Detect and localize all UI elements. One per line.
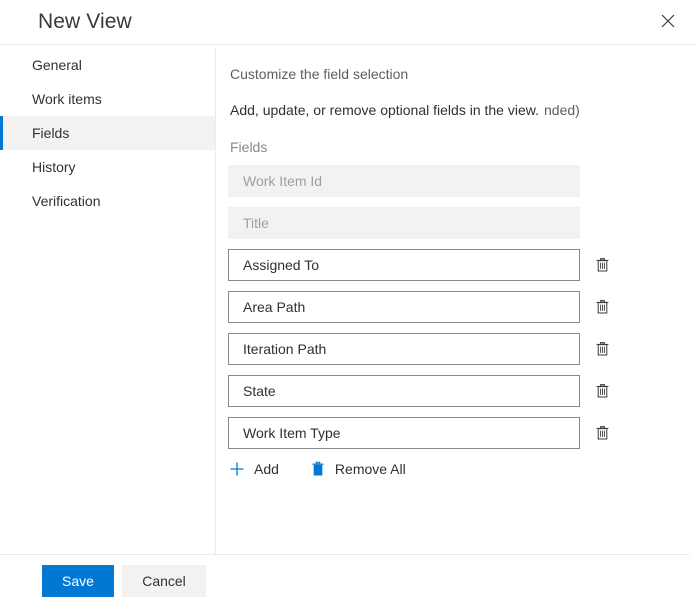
section-title: Customize the field selection — [230, 66, 409, 82]
fields-group-label: Fields — [230, 139, 268, 155]
sidebar-item-label: Fields — [32, 125, 70, 141]
field-input-assigned-to[interactable] — [228, 249, 580, 281]
sidebar-item-verification[interactable]: Verification — [0, 184, 215, 218]
field-row — [228, 333, 688, 365]
trash-icon — [595, 257, 610, 273]
add-field-label: Add — [254, 461, 279, 477]
field-list — [228, 165, 688, 459]
delete-field-button[interactable] — [590, 253, 614, 277]
plus-icon — [228, 460, 246, 478]
field-input-iteration-path[interactable] — [228, 333, 580, 365]
delete-field-button[interactable] — [590, 379, 614, 403]
close-icon — [661, 14, 675, 28]
field-input-state[interactable] — [228, 375, 580, 407]
sidebar-item-fields[interactable]: Fields — [0, 116, 215, 150]
sidebar-item-history[interactable]: History — [0, 150, 215, 184]
trash-icon — [595, 383, 610, 399]
field-row — [228, 249, 688, 281]
field-command-bar: Add Remove All — [228, 460, 406, 478]
new-view-dialog: New View General Work items Fields Histo… — [0, 0, 696, 615]
sidebar-item-label: History — [32, 159, 76, 175]
trash-icon — [595, 341, 610, 357]
settings-sidebar: General Work items Fields History Verifi… — [0, 48, 215, 554]
sidebar-item-label: Work items — [32, 91, 102, 107]
dialog-footer: Save Cancel — [0, 555, 696, 615]
delete-field-button[interactable] — [590, 295, 614, 319]
remove-all-fields-button[interactable]: Remove All — [309, 460, 406, 478]
field-row — [228, 165, 688, 197]
sidebar-item-label: Verification — [32, 193, 101, 209]
field-input-work-item-id — [228, 165, 580, 197]
field-row — [228, 291, 688, 323]
sidebar-item-general[interactable]: General — [0, 48, 215, 82]
field-row — [228, 417, 688, 449]
close-button[interactable] — [648, 2, 688, 40]
sidebar-item-label: General — [32, 57, 82, 73]
remove-all-fields-label: Remove All — [334, 461, 406, 477]
add-field-button[interactable]: Add — [228, 460, 279, 478]
trash-icon — [309, 460, 327, 478]
page-title: New View — [38, 10, 132, 33]
dialog-header: New View — [0, 0, 696, 45]
section-description-overflow: nded) — [544, 102, 580, 118]
save-button[interactable]: Save — [42, 565, 114, 597]
delete-field-button[interactable] — [590, 421, 614, 445]
field-row — [228, 207, 688, 239]
field-row — [228, 375, 688, 407]
trash-icon — [595, 425, 610, 441]
field-input-work-item-type[interactable] — [228, 417, 580, 449]
section-description: Add, update, or remove optional fields i… — [230, 102, 539, 118]
trash-icon — [595, 299, 610, 315]
cancel-button[interactable]: Cancel — [122, 565, 206, 597]
fields-panel: Customize the field selection Add, updat… — [216, 48, 696, 554]
field-input-title — [228, 207, 580, 239]
sidebar-item-work-items[interactable]: Work items — [0, 82, 215, 116]
field-input-area-path[interactable] — [228, 291, 580, 323]
delete-field-button[interactable] — [590, 337, 614, 361]
